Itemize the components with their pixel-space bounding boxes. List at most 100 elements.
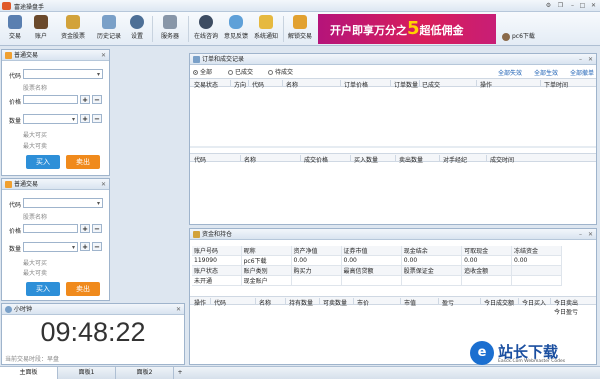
minimize-icon[interactable]: – [568, 2, 577, 10]
column-header: 操作 [194, 300, 207, 307]
price-decrease-button[interactable]: − [92, 224, 102, 233]
panel-tab-bar: 主面板 面板1 面板2 + [0, 366, 600, 379]
close-icon[interactable]: ✕ [589, 2, 598, 10]
toolbar-separator [283, 16, 284, 42]
price-input[interactable] [23, 95, 78, 104]
max-buy-label: 最大可买 [23, 132, 48, 139]
toolbar-server-button[interactable]: 服务器 [158, 14, 182, 44]
tab-panel-2[interactable]: 面板2 [116, 367, 174, 379]
unlock-icon [293, 15, 307, 29]
funds-icon [66, 15, 80, 29]
gear-icon [130, 15, 144, 29]
clock-title: 小时钟 [14, 306, 33, 313]
user-info[interactable]: pc6下载 [498, 30, 598, 44]
column-header: 代码 [214, 300, 227, 307]
maximize-icon[interactable]: □ [578, 2, 587, 10]
stock-name-label: 股票名称 [23, 85, 48, 92]
chat-bubble-icon [229, 15, 243, 29]
positions-table-header: 操作 代码 名称 持有数量 可卖数量 市价 市值 盈亏 今日成交额 今日买入 今… [190, 296, 596, 307]
promo-banner[interactable]: 开户即享万分之5超低佣金 [318, 14, 496, 44]
column-header: 今日成交额 [484, 300, 515, 307]
trade-panel-2: 普通交易 ✕ 代码 股票名称 价格 + − 数量 + − 最大可买 最大可卖 买入… [1, 178, 110, 301]
close-icon[interactable]: ✕ [588, 54, 593, 65]
column-header: 订单数量 [394, 82, 419, 89]
history-icon [102, 15, 116, 29]
column-header: 代码 [194, 157, 207, 164]
column-header: 订单价格 [344, 82, 369, 89]
deals-table-header: 代码 名称 成交价格 买入数量 卖出数量 对手经纪 成交时间 [190, 153, 596, 164]
support-agent-icon [199, 15, 213, 29]
code-label: 代码 [9, 202, 22, 209]
code-select[interactable] [23, 198, 103, 208]
invalidate-all-link[interactable]: 全部失效 [498, 68, 522, 77]
settings-icon[interactable]: ⚙ [544, 2, 553, 10]
buy-button[interactable]: 买入 [26, 155, 60, 169]
buy-button[interactable]: 买入 [26, 282, 60, 296]
code-select[interactable] [23, 69, 103, 79]
column-header: 成交时间 [490, 157, 515, 164]
avatar [502, 32, 510, 41]
max-sell-label: 最大可卖 [23, 143, 48, 150]
title-bar: 富途操盘手 ⚙ ❐ – □ ✕ [0, 0, 600, 12]
minimize-icon[interactable]: – [579, 229, 582, 240]
sell-button[interactable]: 卖出 [66, 155, 100, 169]
stock-name-label: 股票名称 [23, 214, 48, 221]
toolbar-settings-button[interactable]: 设置 [128, 14, 146, 44]
price-increase-button[interactable]: + [80, 95, 90, 104]
quantity-label: 数量 [9, 118, 22, 125]
quantity-decrease-button[interactable]: − [92, 242, 102, 251]
column-header: 可卖数量 [323, 300, 348, 307]
toolbar-notify-button[interactable]: 系统通知 [252, 14, 280, 44]
quantity-increase-button[interactable]: + [80, 114, 90, 123]
cancel-all-link[interactable]: 全部撤单 [570, 68, 594, 77]
toolbar-history-button[interactable]: 历史记录 [94, 14, 124, 44]
close-icon[interactable]: ✕ [101, 179, 106, 190]
column-header: 今日盈亏 [554, 309, 579, 316]
tab-panel-1[interactable]: 面板1 [58, 367, 116, 379]
quantity-select[interactable] [23, 242, 78, 252]
toolbar-trade-button[interactable]: 交易 [4, 14, 26, 44]
trade-panel-title: 普通交易 [14, 181, 39, 188]
quantity-select[interactable] [23, 114, 78, 124]
sell-button[interactable]: 卖出 [66, 282, 100, 296]
toolbar-consult-button[interactable]: 在线咨询 [192, 14, 220, 44]
restore-icon[interactable]: ❐ [556, 2, 565, 10]
price-input[interactable] [23, 224, 78, 233]
filter-filled-radio[interactable]: 已成交 [228, 67, 253, 76]
toolbar-account-button[interactable]: 账户 [30, 14, 52, 44]
toolbar-feedback-button[interactable]: 意见反馈 [222, 14, 250, 44]
column-header: 持有数量 [289, 300, 314, 307]
price-label: 价格 [9, 99, 22, 106]
close-icon[interactable]: ✕ [176, 304, 181, 315]
column-header: 今日卖出 [554, 300, 579, 307]
filter-pending-radio[interactable]: 待成交 [268, 67, 293, 76]
add-tab-button[interactable]: + [174, 367, 186, 379]
toolbar-unlock-button[interactable]: 解锁交易 [286, 14, 314, 44]
splitter[interactable] [190, 146, 596, 148]
watermark: e 站长下载 Easck.Com Webmaster Codes [466, 340, 600, 366]
column-header: 操作 [480, 82, 493, 89]
price-increase-button[interactable]: + [80, 224, 90, 233]
app-logo-icon [2, 2, 11, 10]
toolbar-funds-button[interactable]: 资金股票 [56, 14, 90, 44]
close-icon[interactable]: ✕ [588, 229, 593, 240]
funds-icon [193, 231, 200, 238]
tab-main-panel[interactable]: 主面板 [0, 367, 58, 379]
filter-all-radio[interactable]: 全部 [193, 67, 212, 76]
column-header: 盈亏 [442, 300, 455, 307]
column-header: 名称 [244, 157, 257, 164]
account-summary-table: 账户号码 昵称 资产净值 证券市值 现金结余 可取现金 冻结资金 119090 pc6下载 0.… [192, 246, 562, 286]
trade-panel-icon [5, 52, 12, 59]
trade-icon [8, 15, 22, 29]
activate-all-link[interactable]: 全部生效 [534, 68, 558, 77]
server-icon [163, 15, 177, 29]
watermark-logo-icon: e [470, 341, 494, 365]
column-header: 方向 [234, 82, 247, 89]
column-header: 已成交 [422, 82, 441, 89]
price-decrease-button[interactable]: − [92, 95, 102, 104]
quantity-increase-button[interactable]: + [80, 242, 90, 251]
column-header: 对手经纪 [443, 157, 468, 164]
quantity-decrease-button[interactable]: − [92, 114, 102, 123]
close-icon[interactable]: ✕ [101, 50, 106, 61]
minimize-icon[interactable]: – [579, 54, 582, 65]
